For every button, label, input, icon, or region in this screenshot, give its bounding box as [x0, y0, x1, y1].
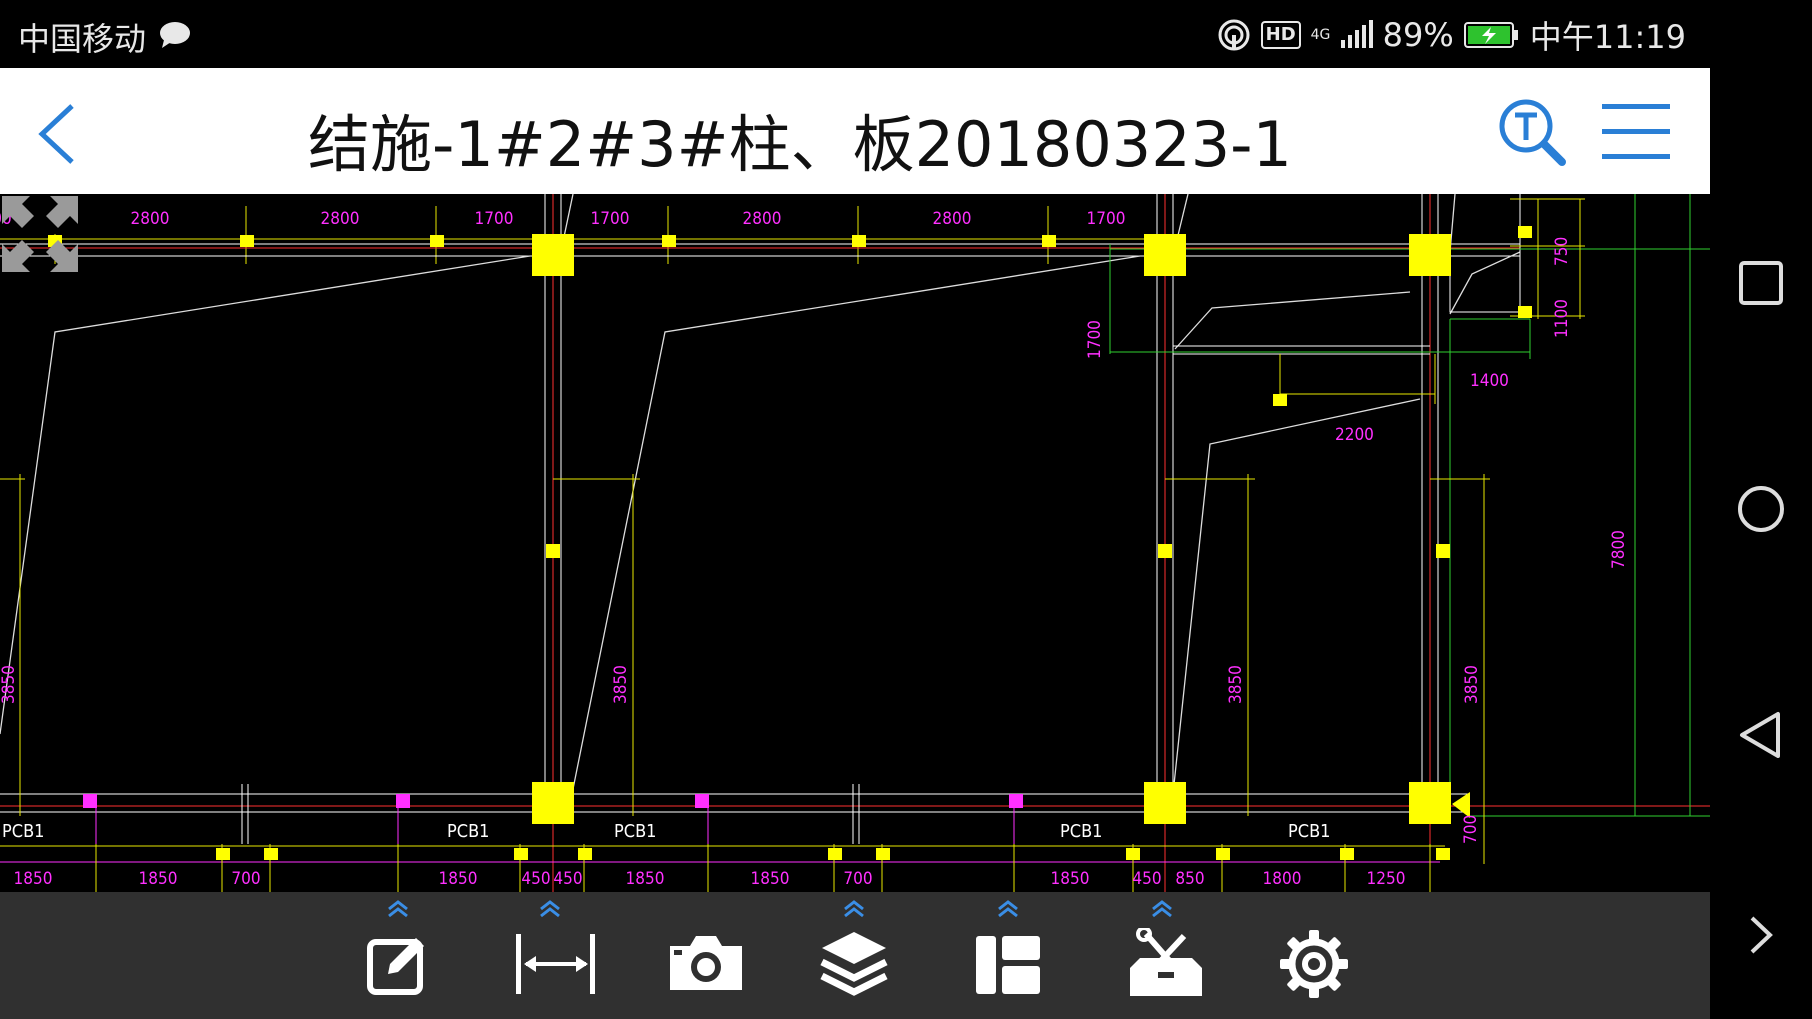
dim-text: 3850	[1226, 665, 1246, 704]
signal-icon	[1340, 20, 1373, 48]
dim-text: 1800	[1263, 869, 1302, 889]
dim-text: 1850	[139, 869, 178, 889]
chevron-up-icon	[540, 900, 560, 918]
network-type: 4G	[1310, 27, 1331, 43]
dim-text: 700	[843, 869, 872, 889]
layout-icon	[976, 936, 1040, 994]
circle-icon[interactable]	[1736, 484, 1786, 534]
toolbox-icon	[1130, 928, 1202, 996]
chevron-up-icon	[1152, 900, 1172, 918]
column	[1409, 234, 1451, 276]
slab-label: PCB1	[1060, 821, 1103, 842]
slab-label: PCB1	[614, 821, 657, 842]
status-indicators: HD 4G 89% 中午11:19	[1217, 12, 1686, 58]
settings-button[interactable]	[1266, 892, 1362, 1019]
dim-text: 1100	[1552, 299, 1572, 338]
column	[1144, 782, 1186, 824]
cad-drawing-canvas[interactable]: 00 2800 2800 1700 1700 2800 2800 1700	[0, 194, 1710, 892]
dim-text: 1250	[1367, 869, 1406, 889]
bottom-toolbar	[0, 892, 1710, 1019]
dim-text: 700	[1461, 815, 1481, 844]
triangle-back-icon[interactable]	[1736, 710, 1786, 760]
dim-text: 3850	[611, 665, 631, 704]
dim-text: 1850	[751, 869, 790, 889]
drawing-title: 结施-1#2#3#柱、板20180323-1	[308, 108, 1292, 181]
dim-text: 1700	[1085, 320, 1105, 359]
slab-label: PCB1	[1288, 821, 1331, 842]
dim-text: 2800	[743, 209, 782, 229]
battery-charging-icon	[1463, 22, 1518, 48]
status-bar: 中国移动 HD 4G 89% 中午11:19	[0, 0, 1710, 68]
layout-button[interactable]	[960, 892, 1056, 1019]
slab-label: PCB1	[2, 821, 45, 842]
annotate-button[interactable]	[350, 892, 446, 1019]
dim-text: 3850	[0, 665, 19, 704]
dim-text: 2800	[933, 209, 972, 229]
hotspot-icon	[1218, 19, 1250, 51]
camera-icon	[670, 936, 742, 990]
dim-text: 750	[1552, 237, 1572, 266]
dim-text: 1700	[591, 209, 630, 229]
column	[1144, 234, 1186, 276]
dim-text: 3850	[1462, 665, 1482, 704]
hd-badge: HD	[1260, 21, 1301, 49]
chevron-up-icon	[844, 900, 864, 918]
dim-text: 1850	[14, 869, 53, 889]
dim-text: 1700	[1087, 209, 1126, 229]
dim-text: 2800	[131, 209, 170, 229]
dim-text: 450	[1132, 869, 1161, 889]
dim-text: 850	[1175, 869, 1204, 889]
dim-text: 7800	[1609, 530, 1629, 569]
text-search-icon[interactable]	[1496, 96, 1568, 168]
chevron-up-icon	[998, 900, 1018, 918]
dim-text: 1850	[626, 869, 665, 889]
dim-text: 1850	[439, 869, 478, 889]
edit-icon	[367, 938, 424, 995]
dim-text: 1850	[1051, 869, 1090, 889]
fullscreen-icon[interactable]	[0, 194, 80, 274]
measure-icon	[516, 934, 595, 994]
chevron-up-icon	[388, 900, 408, 918]
dim-text: 2200	[1335, 425, 1374, 445]
dim-text: 700	[231, 869, 260, 889]
dim-text: 1700	[475, 209, 514, 229]
column	[532, 782, 574, 824]
clock: 中午11:19	[1529, 18, 1686, 56]
menu-icon[interactable]	[1600, 100, 1672, 164]
screenshot-button[interactable]	[654, 892, 750, 1019]
dim-text: 2800	[321, 209, 360, 229]
system-nav-bar	[1710, 0, 1812, 1019]
layers-button[interactable]	[806, 892, 902, 1019]
back-arrow-icon[interactable]	[30, 98, 90, 168]
slab-label: PCB1	[447, 821, 490, 842]
layers-icon	[820, 932, 888, 996]
title-bar: 结施-1#2#3#柱、板20180323-1	[0, 68, 1710, 194]
message-bubble-icon	[160, 22, 190, 48]
square-icon[interactable]	[1736, 258, 1786, 308]
dim-text: 450	[553, 869, 582, 889]
measure-button[interactable]	[502, 892, 598, 1019]
dim-text: 1400	[1470, 371, 1509, 391]
toolbox-button[interactable]	[1114, 892, 1210, 1019]
chevron-right-icon[interactable]	[1736, 910, 1786, 960]
carrier-name: 中国移动	[18, 20, 147, 58]
column	[1409, 782, 1451, 824]
gear-icon	[1280, 930, 1348, 998]
dim-text: 450	[521, 869, 550, 889]
battery-percent: 89%	[1382, 16, 1454, 54]
column	[532, 234, 574, 276]
